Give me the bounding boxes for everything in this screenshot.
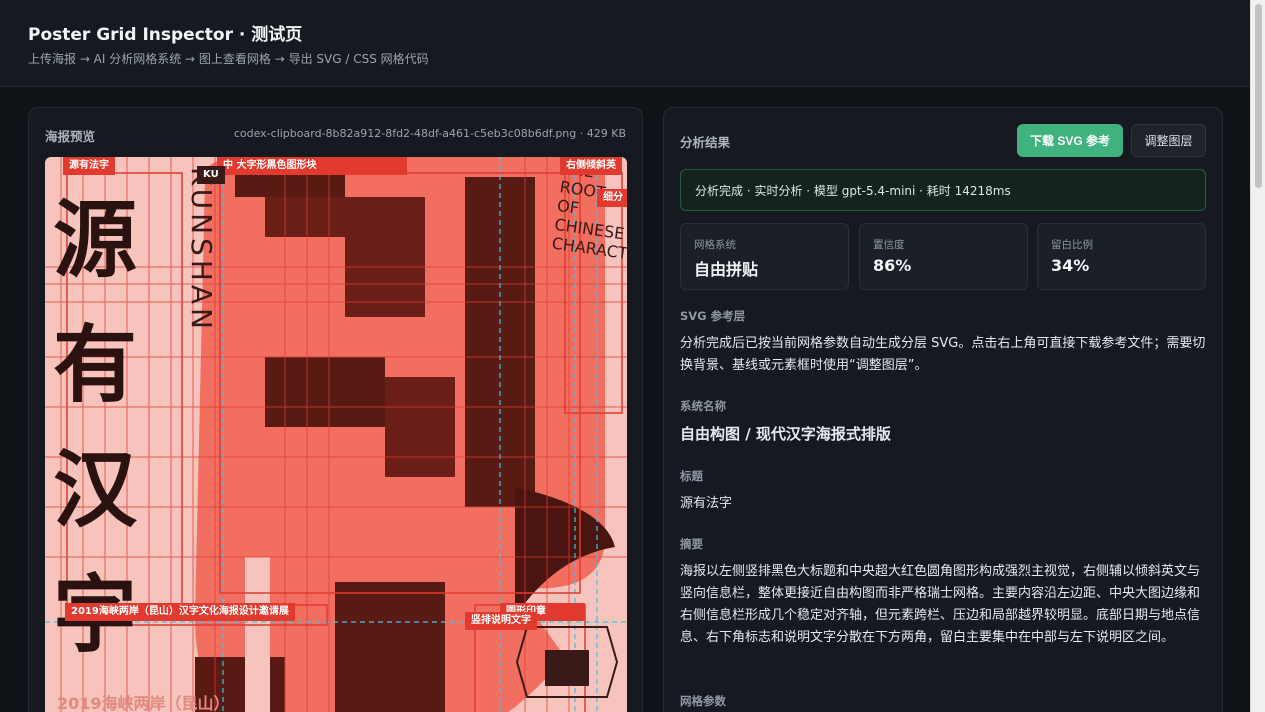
stat-confidence: 置信度 86% [859,223,1028,290]
poster-preview-panel: 海报预览 codex-clipboard-8b82a912-8fd2-48df-… [28,107,643,712]
app-header: Poster Grid Inspector · 测试页 上传海报 → AI 分析… [0,0,1250,87]
stat-whitespace: 留白比例 34% [1037,223,1206,290]
scrollbar-thumb[interactable] [1255,4,1262,188]
stat-value: 34% [1051,256,1090,275]
results-heading: 分析结果 [680,135,731,150]
element-tag[interactable]: 源有法字 [63,157,115,175]
analysis-status: 分析完成 · 实时分析 · 模型 gpt-5.4-mini · 耗时 14218… [680,169,1206,211]
poster-bottom-text: 2019海峡两岸（昆山） [57,694,230,712]
page-scrollbar[interactable] [1250,0,1265,712]
stat-label: 网格系统 [694,239,736,251]
stat-grid-system: 网格系统 自由拼贴 [680,223,849,290]
system-name-label: 系统名称 [680,399,726,413]
preview-heading: 海报预览 [45,129,96,144]
poster-canvas[interactable]: 源有汉字 KUNSHAN THE ROOT OF CHINESE CHARACT… [45,157,627,712]
stat-value: 86% [873,256,912,275]
app-title: Poster Grid Inspector · 测试页 [28,25,303,45]
file-meta: codex-clipboard-8b82a912-8fd2-48df-a461-… [233,127,626,140]
element-tag[interactable]: KU [197,166,225,184]
summary-text: 海报以左侧竖排黑色大标题和中央超大红色圆角图形构成强烈主视觉，右侧辅以倾斜英文与… [680,564,1201,645]
element-tag[interactable]: 中 大字形黑色图形块 [217,157,407,175]
app-subtitle: 上传海报 → AI 分析网格系统 → 图上查看网格 → 导出 SVG / CSS… [28,52,429,66]
grid-params-label: 网格参数 [680,694,726,708]
svg-layer-text: 分析完成后已按当前网格参数自动生成分层 SVG。点击右上角可直接下载参考文件；需… [680,336,1206,373]
download-svg-button[interactable]: 下载 SVG 参考 [1017,124,1123,157]
title-label: 标题 [680,469,703,483]
element-tag[interactable]: 2019海峡两岸（昆山）汉字文化海报设计邀请展 [65,603,295,621]
stat-value: 自由拼贴 [694,260,759,279]
analysis-panel: 分析结果 下载 SVG 参考 调整图层 分析完成 · 实时分析 · 模型 gpt… [663,107,1223,712]
svg-layer-label: SVG 参考层 [680,309,746,323]
system-name-value: 自由构图 / 现代汉字海报式排版 [680,425,891,443]
adjust-layers-button[interactable]: 调整图层 [1131,124,1206,157]
poster-vertical-title: 源有汉字 [53,190,138,664]
summary-label: 摘要 [680,537,703,551]
stat-label: 留白比例 [1051,239,1093,251]
element-tag[interactable]: 竖排说明文字 [465,612,537,630]
stat-label: 置信度 [873,239,905,251]
element-tag[interactable]: 细分 [597,189,627,207]
poster-vertical-english: KUNSHAN [185,167,218,333]
element-tag[interactable]: 右侧倾斜英 [560,157,622,175]
title-value: 源有法字 [680,496,733,511]
